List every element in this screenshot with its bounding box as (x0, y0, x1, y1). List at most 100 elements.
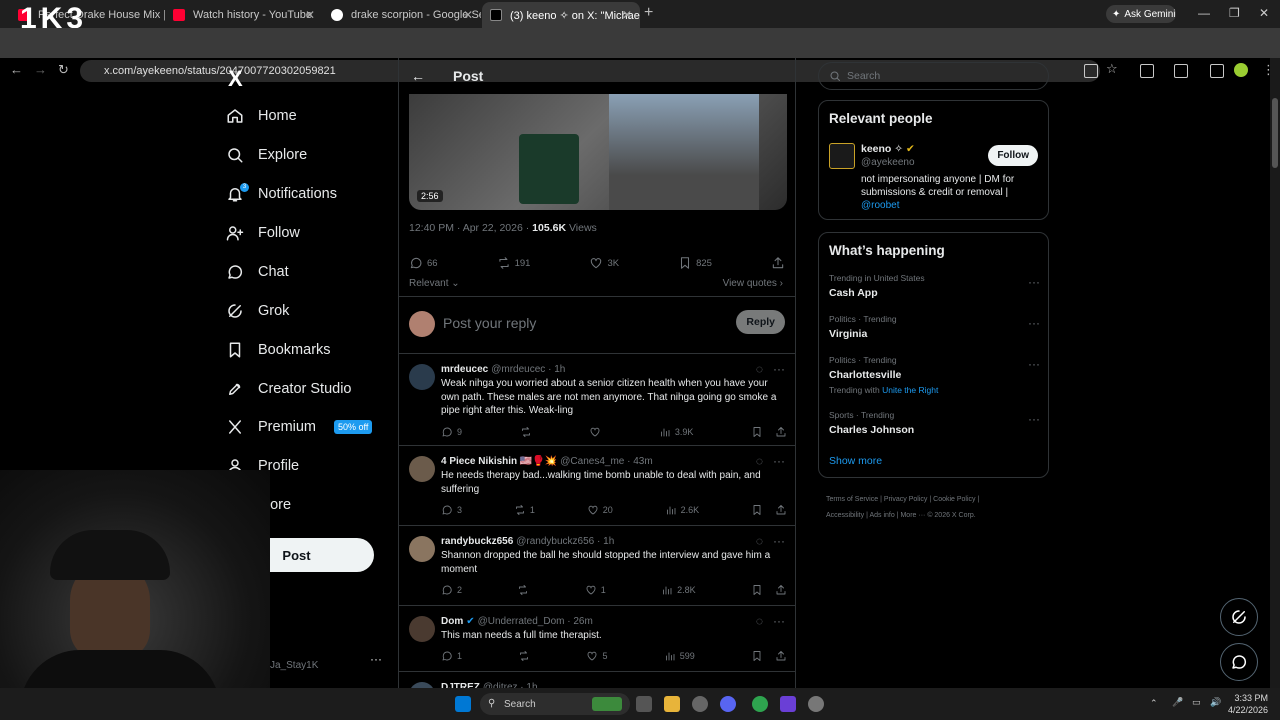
reply-post[interactable]: randybuckz656 @randybuckz656 · 1h ◌ ··· Sh… (399, 526, 795, 606)
settings-gear-icon[interactable] (808, 696, 824, 712)
like-action[interactable]: 20 (587, 504, 613, 516)
reply-action[interactable]: 9 (441, 426, 462, 438)
more-dots-icon[interactable]: ··· (1028, 357, 1040, 371)
footer-link[interactable]: Cookie Policy (933, 496, 975, 503)
view-quotes-link[interactable]: View quotes › (723, 278, 783, 289)
chrome-icon[interactable] (752, 696, 768, 712)
close-tab-icon[interactable]: ✕ (622, 8, 632, 22)
grok-icon[interactable]: ◌ (756, 614, 763, 628)
share-action[interactable] (771, 256, 785, 270)
more-dots-icon[interactable]: ··· (1028, 275, 1040, 289)
trend-item[interactable]: Politics · Trending Charlottesville Tren… (829, 355, 1040, 395)
browser-tab[interactable]: drake scorpion - Google Search ✕ (323, 2, 481, 28)
views-action[interactable]: 2.6K (665, 504, 699, 516)
more-dots-icon[interactable]: ··· (773, 362, 785, 376)
x-logo[interactable]: X (228, 66, 243, 92)
reply-menu[interactable]: ◌ ··· (756, 614, 785, 628)
repost-action[interactable] (520, 426, 532, 438)
reply-button[interactable]: Reply (736, 310, 785, 334)
sidebar-item-explore[interactable]: Explore (226, 140, 307, 170)
show-more-link[interactable]: Show more (829, 455, 882, 467)
reply-menu[interactable]: ◌ ··· (756, 534, 785, 548)
close-window-button[interactable]: ✕ (1259, 6, 1269, 20)
footer-link[interactable]: Privacy Policy (884, 496, 928, 503)
reply-post[interactable]: mrdeucec @mrdeucec · 1h ◌ ··· Weak nihga y… (399, 354, 795, 446)
views-action[interactable]: 3.9K (659, 426, 693, 438)
like-action[interactable]: 5 (586, 650, 608, 662)
close-tab-icon[interactable]: ✕ (305, 8, 315, 22)
share-icon[interactable] (775, 426, 787, 438)
new-tab-button[interactable]: + (644, 4, 653, 22)
reply-post[interactable]: 4 Piece Nikishin 🇺🇸🥊💥 @Canes4_me · 43m ◌ ·… (399, 446, 795, 526)
sidebar-icon[interactable] (1174, 64, 1188, 78)
bookmark-action[interactable] (751, 504, 787, 516)
windows-start-icon[interactable] (455, 696, 471, 712)
tray-chevron-icon[interactable]: ⌃ (1150, 698, 1158, 709)
more-dots-icon[interactable]: ··· (773, 534, 785, 548)
person-name[interactable]: keeno ✧ ✔ (861, 143, 915, 155)
ask-gemini-button[interactable]: ✦ Ask Gemini (1106, 5, 1176, 23)
repost-action[interactable] (518, 650, 530, 662)
repost-action[interactable]: 191 (497, 256, 530, 270)
more-dots-icon[interactable]: ··· (773, 454, 785, 468)
discord-icon[interactable] (720, 696, 736, 712)
share-icon[interactable] (775, 650, 787, 662)
back-arrow-icon[interactable]: ← (411, 68, 425, 84)
browser-tab-active[interactable]: (3) keeno ✧ on X: "Michael Bea ✕ (482, 2, 640, 28)
microphone-icon[interactable]: 🎤 (1172, 697, 1183, 708)
like-action[interactable] (589, 426, 601, 438)
reply-menu[interactable]: ◌ ··· (756, 454, 785, 468)
task-view-icon[interactable] (636, 696, 652, 712)
sort-dropdown[interactable]: Relevant ⌄ (409, 278, 460, 289)
app-icon[interactable] (692, 696, 708, 712)
file-explorer-icon[interactable] (664, 696, 680, 712)
sidebar-item-notifications[interactable]: 3 Notifications (226, 179, 337, 209)
more-dots-icon[interactable]: ··· (1028, 412, 1040, 426)
volume-icon[interactable]: 🔊 (1210, 697, 1221, 708)
repost-action[interactable]: 1 (514, 504, 535, 516)
reply-menu[interactable]: ◌ ··· (756, 362, 785, 376)
search-input[interactable]: Search (818, 62, 1049, 90)
bookmark-action[interactable] (751, 650, 787, 662)
reply-action[interactable]: 1 (441, 650, 462, 662)
share-icon[interactable] (775, 504, 787, 516)
scrollbar[interactable] (1270, 58, 1280, 688)
close-tab-icon[interactable]: ✕ (463, 8, 473, 22)
back-icon[interactable]: ← (10, 62, 23, 77)
taskbar-search[interactable]: Search ⚲ (480, 693, 630, 715)
trend-link[interactable]: Unite the Right (882, 385, 938, 395)
footer-link[interactable]: More ··· (900, 512, 925, 519)
reply-post[interactable]: Dom ✔ @Underrated_Dom · 26m ◌ ··· This man … (399, 606, 795, 672)
sidebar-item-chat[interactable]: Chat (226, 257, 289, 287)
repost-action[interactable] (517, 584, 529, 596)
footer-link[interactable]: Accessibility (826, 512, 864, 519)
taskbar-clock[interactable]: 3:33 PM 4/22/2026 (1228, 692, 1268, 716)
reply-action[interactable]: 2 (441, 584, 462, 596)
app-grid-icon[interactable] (780, 696, 796, 712)
bookmark-action[interactable] (751, 584, 787, 596)
bookmark-action[interactable]: 825 (678, 256, 712, 270)
install-app-icon[interactable] (1084, 64, 1098, 78)
maximize-button[interactable]: ❐ (1229, 6, 1240, 20)
profile-avatar-icon[interactable] (1234, 63, 1248, 77)
extensions-icon[interactable] (1140, 64, 1154, 78)
bookmark-star-icon[interactable]: ☆ (1106, 61, 1118, 77)
grok-floating-button[interactable] (1220, 598, 1258, 636)
messages-floating-button[interactable] (1220, 643, 1258, 681)
tab-search-icon[interactable] (1210, 64, 1224, 78)
bookmark-action[interactable] (751, 426, 787, 438)
reload-icon[interactable]: ↻ (58, 62, 69, 78)
browser-tab[interactable]: Watch history - YouTube ✕ (165, 2, 323, 28)
sidebar-item-premium[interactable]: Premium 50% off (226, 412, 373, 442)
reply-input[interactable]: Post your reply (443, 315, 536, 331)
more-dots-icon[interactable]: ··· (1028, 316, 1040, 330)
sidebar-item-home[interactable]: Home (226, 101, 297, 131)
footer-link[interactable]: Ads info (869, 512, 894, 519)
more-dots-icon[interactable]: ··· (773, 614, 785, 628)
like-action[interactable]: 3K (589, 256, 619, 270)
grok-icon[interactable]: ◌ (756, 454, 763, 468)
views-action[interactable]: 2.8K (661, 584, 696, 596)
forward-icon[interactable]: → (34, 62, 47, 77)
sidebar-item-grok[interactable]: Grok (226, 296, 289, 326)
reply-action[interactable]: 3 (441, 504, 462, 516)
